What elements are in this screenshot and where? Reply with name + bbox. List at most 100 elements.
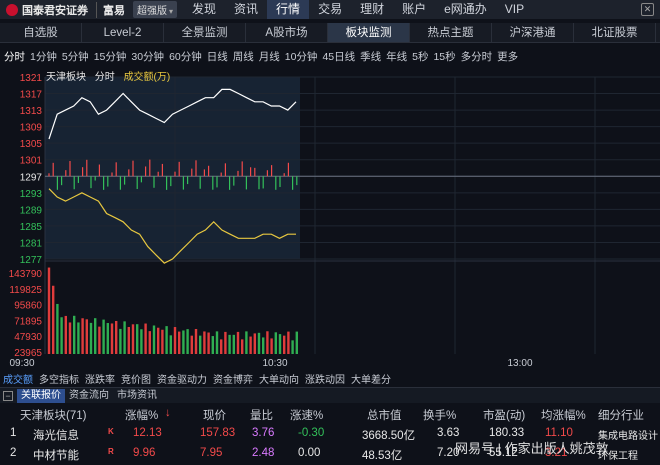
topnav-item[interactable]: 发现 [183,0,225,19]
broker-logo-icon [6,3,18,16]
indicator-tab[interactable]: 涨跌率 [85,371,115,386]
period-option[interactable]: 45日线 [322,49,355,64]
edition-label: 超强版 [137,6,167,17]
volume-tick-label: 95860 [14,301,42,312]
cell-ratio: 3.76 [252,427,275,439]
subnav-tab[interactable]: 热点主题 [410,23,492,42]
col-pe[interactable]: 市盈(动) [483,407,525,423]
price-tick-label: 1297 [20,172,43,183]
period-option[interactable]: 15秒 [433,49,455,64]
cell-idx: 1 [10,427,17,439]
volume-bar [52,285,55,354]
period-option[interactable]: 10分钟 [285,49,318,64]
volume-bar [131,324,135,354]
topnav-item[interactable]: 资讯 [225,0,267,19]
volume-bar [85,319,88,354]
volume-bar [295,331,298,354]
table-header: 天津板块(71) 涨幅% ↓ 现价 量比 涨速% 总市值 换手% 市盈(动) 均… [0,404,660,424]
indicator-tab[interactable]: 竞价图 [121,371,151,386]
subnav-tab[interactable]: 自选股 [0,23,82,42]
related-tab[interactable]: 市场资讯 [113,389,161,403]
volume-bar [81,318,84,354]
collapse-icon[interactable]: − [3,390,13,401]
topnav-item[interactable]: e网通办 [435,0,496,19]
volume-bar [194,328,198,354]
volume-bar [115,320,118,354]
intraday-chart[interactable]: 1321 1317 1313 1309 1305 1301 1297 1293 1289 1285… [0,65,660,370]
cell-chg: 12.13 [133,427,162,439]
volume-bar [64,315,67,354]
col-turnover[interactable]: 换手% [423,407,456,423]
topnav-item[interactable]: 交易 [309,0,351,19]
indicator-tab[interactable]: 资金驱动力 [157,371,207,386]
volume-bar [94,318,97,354]
period-option[interactable]: 年线 [386,49,407,64]
subnav-tab[interactable]: 全景监测 [164,23,246,42]
time-tick-label: 09:30 [9,358,34,369]
volume-bar [148,331,151,354]
top-bar: 国泰君安证券 富易 超强版 ▾ 发现 资讯 行情 交易 理财 账户 e网通办 VIP ✕ [0,0,660,19]
volume-tick-label: 143790 [9,269,43,280]
chart-legend: 天津板块 分时 成交额(万) [46,68,176,83]
indicator-tab[interactable]: 大单差分 [351,371,391,386]
period-option[interactable]: 15分钟 [94,49,127,64]
col-volume-ratio[interactable]: 量比 [250,407,273,423]
col-change[interactable]: 涨幅% [125,407,158,423]
period-option[interactable]: 更多 [497,49,518,64]
period-option[interactable]: 30分钟 [131,49,164,64]
subnav-tab[interactable]: Level-2 [82,23,164,42]
indicator-tab[interactable]: 资金博弈 [213,371,253,386]
volume-bar [215,331,219,354]
subnav-tab[interactable]: 板块监测 [328,23,410,42]
period-option[interactable]: 日线 [207,49,228,64]
period-option[interactable]: 60分钟 [169,49,202,64]
period-option[interactable]: 分时 [4,49,25,64]
volume-bar [186,329,189,354]
col-industry[interactable]: 细分行业 [598,407,644,423]
volume-bar [68,322,72,354]
cell-idx: 2 [10,447,17,459]
legend-mode: 分时 [94,72,115,83]
volume-bar [190,335,193,354]
indicator-tab[interactable]: 涨跌动因 [305,371,345,386]
topnav-item[interactable]: 行情 [267,0,310,19]
edition-selector[interactable]: 超强版 ▾ [133,1,178,18]
col-speed[interactable]: 涨速% [290,407,323,423]
period-option[interactable]: 多分时 [461,49,493,64]
volume-bar [157,327,160,354]
period-option[interactable]: 季线 [360,49,381,64]
cell-tag: R [108,447,114,456]
topnav-item[interactable]: 账户 [393,0,435,19]
subnav-tab[interactable]: 北证股票 [574,23,656,42]
cell-cap: 48.53亿 [362,450,403,462]
sort-desc-icon[interactable]: ↓ [165,407,171,419]
period-option[interactable]: 1分钟 [30,49,57,64]
topnav-item[interactable]: 理财 [351,0,393,19]
volume-bar [257,332,261,354]
period-option[interactable]: 月线 [259,49,280,64]
top-nav: 发现 资讯 行情 交易 理财 账户 e网通办 VIP [183,0,533,19]
period-option[interactable]: 5分钟 [62,49,89,64]
price-tick-label: 1281 [20,238,43,249]
subnav-tab[interactable]: A股市场 [246,23,328,42]
volume-bar [182,330,185,354]
col-name[interactable]: 天津板块(71) [20,407,86,423]
volume-bar [291,340,294,354]
subnav-tab[interactable]: 沪深港通 [492,23,574,42]
indicator-tab[interactable]: 成交额 [3,371,33,386]
period-option[interactable]: 周线 [233,49,254,64]
indicator-tab[interactable]: 大单动向 [259,371,299,386]
close-icon[interactable]: ✕ [641,3,654,16]
cell-speed: 0.00 [298,447,321,459]
indicator-tab[interactable]: 多空指标 [39,371,79,386]
col-price[interactable]: 现价 [203,407,226,423]
related-tab[interactable]: 关联报价 [17,388,65,403]
price-tick-label: 1277 [20,255,43,266]
period-option[interactable]: 5秒 [412,49,428,64]
related-tab[interactable]: 资金流向 [65,389,113,403]
col-avg-change[interactable]: 均涨幅% [541,407,586,423]
legend-volume-label: 成交额(万) [123,72,171,83]
col-market-cap[interactable]: 总市值 [367,407,402,423]
volume-bar [253,333,256,354]
topnav-item[interactable]: VIP [496,0,533,19]
